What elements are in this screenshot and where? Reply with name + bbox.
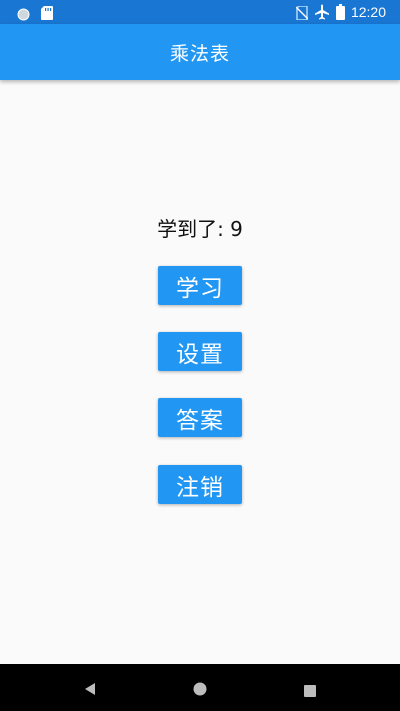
no-sim-icon — [295, 5, 309, 21]
home-icon — [193, 681, 207, 695]
status-left-icons — [17, 4, 53, 20]
settings-button[interactable]: 设置 — [158, 332, 242, 371]
navigation-bar — [0, 664, 400, 711]
back-icon — [84, 681, 96, 695]
logout-button[interactable]: 注销 — [158, 465, 242, 504]
study-button[interactable]: 学习 — [158, 266, 242, 305]
answers-button[interactable]: 答案 — [158, 398, 242, 437]
status-right-icons: 12:20 — [295, 3, 386, 21]
battery-icon — [335, 4, 345, 20]
learned-count-text: 学到了: 9 — [157, 217, 243, 241]
sd-card-icon — [41, 5, 53, 20]
airplane-icon — [314, 4, 330, 20]
nav-recents-button[interactable] — [280, 664, 340, 711]
app-title: 乘法表 — [169, 42, 230, 65]
status-bar: 12:20 — [0, 0, 400, 24]
nav-back-button[interactable] — [60, 664, 120, 711]
circle-notification-icon — [17, 6, 30, 20]
recents-icon — [304, 682, 316, 697]
main-content: 学到了: 9 学习 设置 答案 注销 — [0, 80, 400, 664]
status-time: 12:20 — [350, 4, 386, 20]
app-bar: 乘法表 — [0, 24, 400, 80]
nav-home-button[interactable] — [170, 664, 230, 711]
